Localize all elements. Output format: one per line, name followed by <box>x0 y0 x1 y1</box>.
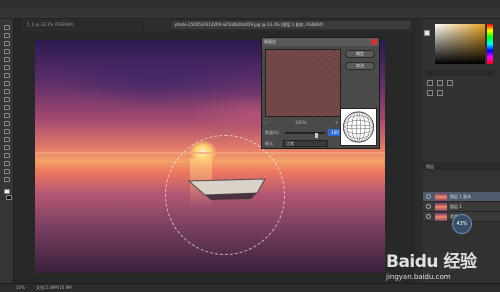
mode-select[interactable]: 正常 <box>283 140 328 147</box>
history-brush-tool-icon[interactable] <box>4 97 10 102</box>
elliptical-selection-marquee[interactable] <box>165 135 285 255</box>
filter-preview[interactable] <box>265 49 341 117</box>
menu-bar <box>0 0 500 9</box>
status-bar: 33% 文档:5.49M/10.9M <box>0 283 500 292</box>
performance-badge: 43% <box>452 214 472 234</box>
color-balance-icon[interactable] <box>437 90 443 96</box>
watermark-url: jingyan.baidu.com <box>386 273 451 281</box>
mode-label: 模式 <box>265 141 273 146</box>
panel-tabs <box>425 70 495 76</box>
tab-document-2[interactable]: photo-1500534314209-a25ddb2bd429.jpg @ 3… <box>172 21 412 29</box>
zoom-out-icon[interactable]: − <box>265 120 268 125</box>
watermark-logo: Baidu 经验 <box>386 252 477 272</box>
color-field[interactable] <box>435 24 485 64</box>
amount-slider-thumb[interactable] <box>315 133 318 138</box>
layer-name: 图层 1 <box>450 204 462 209</box>
tab-label: photo-1500534314209-a25ddb2bd429.jpg @ 3… <box>175 22 324 27</box>
zoom-value: 100% <box>295 120 307 125</box>
mode-select-value: 正常 <box>286 141 294 146</box>
brightness-icon[interactable] <box>427 80 433 86</box>
layer-thumbnail <box>435 213 447 221</box>
layer-row[interactable]: 图层 1 副本 <box>423 192 500 202</box>
crop-tool-icon[interactable] <box>4 57 10 62</box>
quick-select-tool-icon[interactable] <box>4 49 10 54</box>
status-zoom[interactable]: 33% <box>16 285 25 290</box>
layers-tab[interactable]: 图层 <box>426 164 434 170</box>
options-bar <box>0 9 500 19</box>
ok-button[interactable]: 确定 <box>345 50 375 58</box>
lasso-tool-icon[interactable] <box>4 41 10 46</box>
zoom-in-icon[interactable]: + <box>335 120 338 125</box>
eye-icon[interactable] <box>426 204 431 209</box>
foreground-color-icon[interactable] <box>424 30 430 36</box>
layer-row[interactable]: 图层 1 <box>423 202 500 212</box>
close-icon[interactable] <box>371 39 377 45</box>
layer-name: 图层 1 副本 <box>450 194 472 199</box>
levels-icon[interactable] <box>437 80 443 86</box>
foreground-color-swatch[interactable] <box>4 189 10 194</box>
layer-thumbnail <box>435 203 447 211</box>
status-doc-size: 文档:5.49M/10.9M <box>36 285 72 290</box>
shape-tool-icon[interactable] <box>4 161 10 166</box>
curves-icon[interactable] <box>447 80 453 86</box>
document-tabs: 5_1 @ 33.3% (RGB/8#) photo-1500534314209… <box>22 19 414 31</box>
hand-tool-icon[interactable] <box>4 169 10 174</box>
hue-slider[interactable] <box>487 24 493 64</box>
hue-saturation-icon[interactable] <box>427 90 433 96</box>
sphere-grid-preview <box>340 108 377 146</box>
background-color-swatch[interactable] <box>6 195 12 200</box>
tab-label: 5_1 @ 33.3% (RGB/8#) <box>27 22 74 27</box>
layer-thumbnail <box>435 193 447 201</box>
eraser-tool-icon[interactable] <box>4 105 10 110</box>
panel-icon-strip <box>415 19 423 283</box>
cancel-button[interactable]: 取消 <box>345 62 375 70</box>
mode-row: 模式 正常 <box>265 140 345 147</box>
eye-icon[interactable] <box>426 194 431 199</box>
tab-document-1[interactable]: 5_1 @ 33.3% (RGB/8#) <box>24 21 144 29</box>
gradient-tool-icon[interactable] <box>4 113 10 118</box>
amount-row: 数量(A) 100 <box>265 129 345 138</box>
eye-icon[interactable] <box>426 214 431 219</box>
dialog-title: 球面化 <box>262 38 379 46</box>
type-tool-icon[interactable] <box>4 145 10 150</box>
adjustments-panel <box>425 70 495 150</box>
tools-panel <box>0 19 14 283</box>
blur-tool-icon[interactable] <box>4 121 10 126</box>
dodge-tool-icon[interactable] <box>4 129 10 134</box>
eyedropper-tool-icon[interactable] <box>4 65 10 70</box>
zoom-tool-icon[interactable] <box>4 177 10 182</box>
pen-tool-icon[interactable] <box>4 137 10 142</box>
layers-panel-tabs: 图层 <box>423 162 500 170</box>
healing-tool-icon[interactable] <box>4 73 10 78</box>
amount-slider-track[interactable] <box>285 132 325 138</box>
move-tool-icon[interactable] <box>4 25 10 30</box>
watermark: Baidu 经验 jingyan.baidu.com <box>386 247 496 283</box>
amount-label: 数量(A) <box>265 130 279 135</box>
stamp-tool-icon[interactable] <box>4 89 10 94</box>
layers-controls <box>423 172 500 190</box>
marquee-tool-icon[interactable] <box>4 33 10 38</box>
brush-tool-icon[interactable] <box>4 81 10 86</box>
path-select-tool-icon[interactable] <box>4 153 10 158</box>
preview-zoom-row: − 100% + <box>265 120 341 126</box>
